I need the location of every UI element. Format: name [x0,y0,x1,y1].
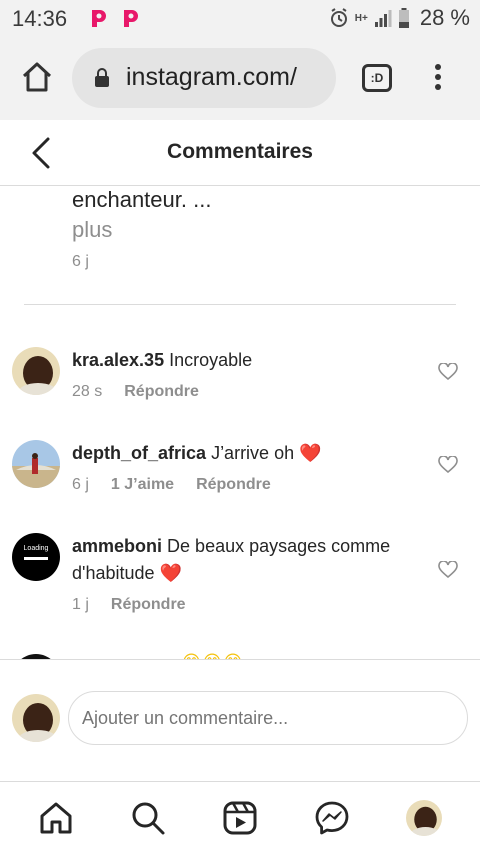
battery-icon [398,8,409,28]
pinterest-icon [92,10,106,27]
caption-more-link[interactable]: plus [72,217,112,243]
alarm-icon [330,8,347,27]
avatar-loading-text: Loading [23,545,49,552]
comment-username[interactable]: depth_of_africa [72,443,206,463]
profile-avatar[interactable] [406,800,442,836]
comments-list[interactable]: enchanteur. ... plus 6 j kra.alex.35 Inc… [0,187,480,659]
comment-emoji: 😊😊😊 [182,652,244,659]
pinterest-icon [124,10,138,27]
url-text: instagram.com/ [126,63,297,91]
page-title: Commentaires [167,140,313,163]
heart-icon[interactable] [438,456,458,474]
search-icon[interactable] [130,800,166,836]
reels-icon[interactable] [222,800,258,836]
reply-button[interactable]: Répondre [196,476,271,494]
comment-username[interactable]: kra.alex.35 [72,350,164,370]
comment-input[interactable] [68,691,468,745]
network-type: H+ [354,12,368,24]
comment-time: 1 j [72,596,89,613]
battery-percent: 28 % [419,5,470,30]
caption-timestamp: 6 j [72,253,89,270]
messenger-icon[interactable] [314,800,350,836]
caption-text: enchanteur. ... [72,187,212,212]
comment-compose-bar [0,659,480,781]
reply-button[interactable]: Répondre [124,383,199,401]
comment-time: 6 j [72,476,89,493]
status-bar: 14:36 H+ 28 % [0,0,480,36]
signal-icon [374,10,392,27]
reply-button[interactable]: Répondre [111,596,186,614]
avatar[interactable] [12,347,60,395]
comment-text: Incroyable [169,350,253,370]
more-vertical-icon[interactable] [428,64,448,94]
divider [24,304,456,305]
status-time: 14:36 [12,6,68,31]
address-bar[interactable]: instagram.com/ [72,48,336,108]
heart-icon[interactable] [438,561,458,579]
heart-emoji: ❤️ [159,563,182,583]
comments-header: Commentaires [0,120,480,186]
avatar[interactable]: Loading [12,533,60,581]
heart-icon[interactable] [438,363,458,381]
home-icon[interactable] [38,800,74,836]
comment-username[interactable]: ammeboni [72,536,162,556]
lock-icon [95,68,109,87]
avatar [12,694,60,742]
status-right-group: H+ 28 % [329,5,470,31]
avatar[interactable] [12,440,60,488]
comment-time: 28 s [72,383,103,400]
comment-text: J’arrive oh [211,443,295,463]
heart-emoji: ❤️ [299,443,322,463]
browser-toolbar: instagram.com/ :D [0,36,480,120]
likes-count[interactable]: 1 J’aime [111,476,174,494]
bottom-navigation [0,781,480,854]
home-icon[interactable] [20,60,54,94]
tabs-button[interactable]: :D [362,64,392,92]
